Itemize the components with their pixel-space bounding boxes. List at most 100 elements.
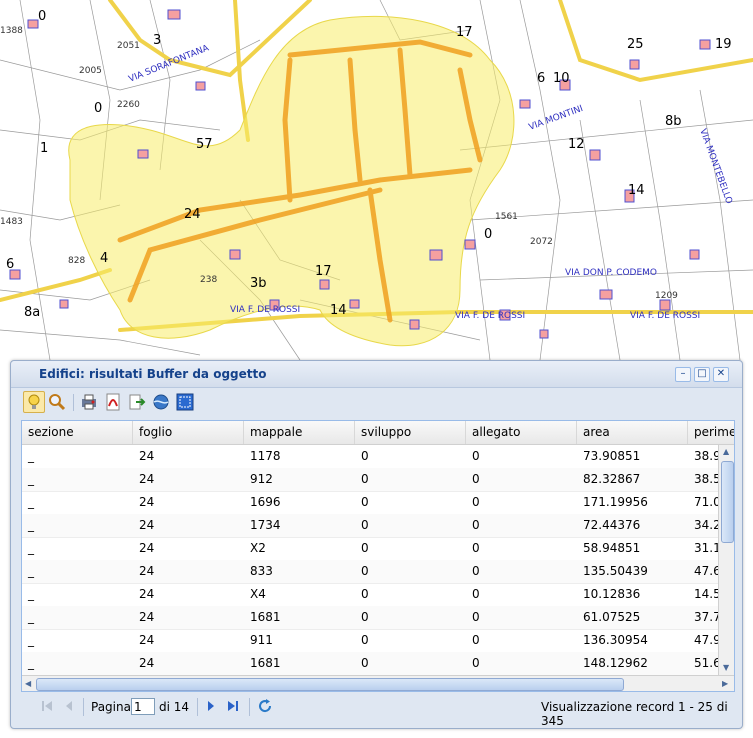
cell-allegato: 0 bbox=[472, 633, 480, 647]
cell-mappale: 911 bbox=[250, 633, 273, 647]
globe-icon[interactable] bbox=[151, 392, 171, 412]
cell-perimetro: 71.0 bbox=[694, 495, 718, 509]
svg-text:0: 0 bbox=[38, 9, 46, 24]
cell-sezione: _ bbox=[28, 449, 34, 463]
results-grid: sezione foglio mappale sviluppo allegato… bbox=[21, 420, 735, 692]
cell-sviluppo: 0 bbox=[361, 656, 369, 670]
cell-allegato: 0 bbox=[472, 449, 480, 463]
vertical-scroll-thumb[interactable] bbox=[721, 461, 734, 543]
toolbar bbox=[21, 390, 733, 416]
svg-text:3: 3 bbox=[153, 33, 161, 48]
cell-sezione: _ bbox=[28, 495, 34, 509]
table-row[interactable]: _ 24 X4 0 0 10.12836 14.5 bbox=[22, 583, 718, 607]
svg-text:10: 10 bbox=[553, 71, 570, 86]
horizontal-scroll-thumb[interactable] bbox=[36, 678, 624, 691]
cell-mappale: 1696 bbox=[250, 495, 281, 509]
svg-text:2051: 2051 bbox=[117, 41, 140, 51]
svg-text:828: 828 bbox=[68, 256, 85, 266]
cell-sviluppo: 0 bbox=[361, 633, 369, 647]
cell-foglio: 24 bbox=[139, 587, 155, 601]
table-row[interactable]: _ 24 1734 0 0 72.44376 34.2 bbox=[22, 514, 718, 538]
cell-foglio: 24 bbox=[139, 495, 155, 509]
next-page-icon[interactable] bbox=[203, 698, 219, 714]
table-row[interactable]: _ 24 1696 0 0 171.19956 71.0 bbox=[22, 491, 718, 515]
cell-sezione: _ bbox=[28, 610, 34, 624]
column-header-sviluppo[interactable]: sviluppo bbox=[355, 421, 466, 444]
table-row[interactable]: _ 24 1681 0 0 61.07525 37.7 bbox=[22, 606, 718, 630]
svg-text:238: 238 bbox=[200, 275, 217, 285]
vertical-scrollbar[interactable]: ▲ ▼ bbox=[718, 445, 734, 675]
select-icon[interactable] bbox=[175, 392, 195, 412]
pdf-icon[interactable] bbox=[103, 392, 123, 412]
svg-text:25: 25 bbox=[627, 37, 644, 52]
cell-sviluppo: 0 bbox=[361, 610, 369, 624]
cell-allegato: 0 bbox=[472, 564, 480, 578]
table-row[interactable]: _ 24 X2 0 0 58.94851 31.1 bbox=[22, 537, 718, 561]
cell-sezione: _ bbox=[28, 541, 34, 555]
cell-sviluppo: 0 bbox=[361, 518, 369, 532]
cell-foglio: 24 bbox=[139, 518, 155, 532]
export-icon[interactable] bbox=[127, 392, 147, 412]
svg-text:8a: 8a bbox=[24, 305, 40, 320]
cell-mappale: 1734 bbox=[250, 518, 281, 532]
cell-sezione: _ bbox=[28, 633, 34, 647]
minimize-button[interactable]: – bbox=[675, 367, 691, 382]
page-total-label: di 14 bbox=[159, 700, 190, 714]
page-number-input[interactable] bbox=[131, 698, 155, 715]
column-header-sezione[interactable]: sezione bbox=[22, 421, 133, 444]
prev-page-icon[interactable] bbox=[61, 698, 77, 714]
svg-text:1209: 1209 bbox=[655, 291, 678, 301]
cell-area: 73.90851 bbox=[583, 449, 641, 463]
svg-text:17: 17 bbox=[456, 25, 473, 40]
cell-area: 171.19956 bbox=[583, 495, 648, 509]
paging-toolbar: Pagina di 14 Visualizzazione record 1 - … bbox=[21, 693, 733, 728]
cell-sviluppo: 0 bbox=[361, 472, 369, 486]
svg-text:14: 14 bbox=[628, 183, 645, 198]
cell-perimetro: 38.9 bbox=[694, 449, 718, 463]
column-header-area[interactable]: area bbox=[577, 421, 688, 444]
last-page-icon[interactable] bbox=[225, 698, 241, 714]
cell-mappale: X4 bbox=[250, 587, 266, 601]
horizontal-scrollbar[interactable]: ◀ ▶ bbox=[22, 675, 734, 691]
column-header-perimetro[interactable]: perime bbox=[688, 421, 734, 444]
cell-area: 10.12836 bbox=[583, 587, 641, 601]
cell-mappale: 1178 bbox=[250, 449, 281, 463]
close-button[interactable]: ✕ bbox=[713, 367, 729, 382]
cell-area: 58.94851 bbox=[583, 541, 641, 555]
column-header-foglio[interactable]: foglio bbox=[133, 421, 244, 444]
bulb-icon[interactable] bbox=[23, 391, 45, 413]
column-header-mappale[interactable]: mappale bbox=[244, 421, 355, 444]
svg-text:2260: 2260 bbox=[117, 100, 140, 110]
svg-text:VIA DON P. CODEMO: VIA DON P. CODEMO bbox=[565, 268, 657, 278]
cell-foglio: 24 bbox=[139, 564, 155, 578]
svg-text:6: 6 bbox=[6, 257, 14, 272]
table-row[interactable]: _ 24 1178 0 0 73.90851 38.9 bbox=[22, 445, 718, 469]
table-row[interactable]: _ 24 911 0 0 136.30954 47.9 bbox=[22, 629, 718, 653]
cell-allegato: 0 bbox=[472, 587, 480, 601]
table-row[interactable]: _ 24 1681 0 0 148.12962 51.6 bbox=[22, 652, 718, 675]
cell-allegato: 0 bbox=[472, 656, 480, 670]
svg-text:6: 6 bbox=[537, 71, 545, 86]
cell-sviluppo: 0 bbox=[361, 495, 369, 509]
svg-text:8b: 8b bbox=[665, 114, 682, 129]
results-window: Edifici: risultati Buffer da oggetto – □… bbox=[10, 360, 743, 729]
cell-foglio: 24 bbox=[139, 449, 155, 463]
cell-sviluppo: 0 bbox=[361, 449, 369, 463]
cell-mappale: X2 bbox=[250, 541, 266, 555]
table-row[interactable]: _ 24 912 0 0 82.32867 38.5 bbox=[22, 468, 718, 492]
cell-mappale: 1681 bbox=[250, 610, 281, 624]
zoom-icon[interactable] bbox=[47, 392, 67, 412]
grid-body: _ 24 1178 0 0 73.90851 38.9 _ 24 912 0 0 82.32867 38.… bbox=[22, 445, 718, 675]
print-icon[interactable] bbox=[79, 392, 99, 412]
first-page-icon[interactable] bbox=[39, 698, 55, 714]
maximize-button[interactable]: □ bbox=[694, 367, 710, 382]
svg-text:24: 24 bbox=[184, 207, 201, 222]
svg-text:1483: 1483 bbox=[0, 217, 23, 227]
cell-sviluppo: 0 bbox=[361, 541, 369, 555]
svg-text:2072: 2072 bbox=[530, 237, 553, 247]
column-header-allegato[interactable]: allegato bbox=[466, 421, 577, 444]
refresh-icon[interactable] bbox=[257, 698, 273, 714]
svg-text:VIA F. DE ROSSI: VIA F. DE ROSSI bbox=[455, 311, 525, 321]
window-titlebar[interactable]: Edifici: risultati Buffer da oggetto – □… bbox=[11, 361, 742, 388]
table-row[interactable]: _ 24 833 0 0 135.50439 47.6 bbox=[22, 560, 718, 584]
